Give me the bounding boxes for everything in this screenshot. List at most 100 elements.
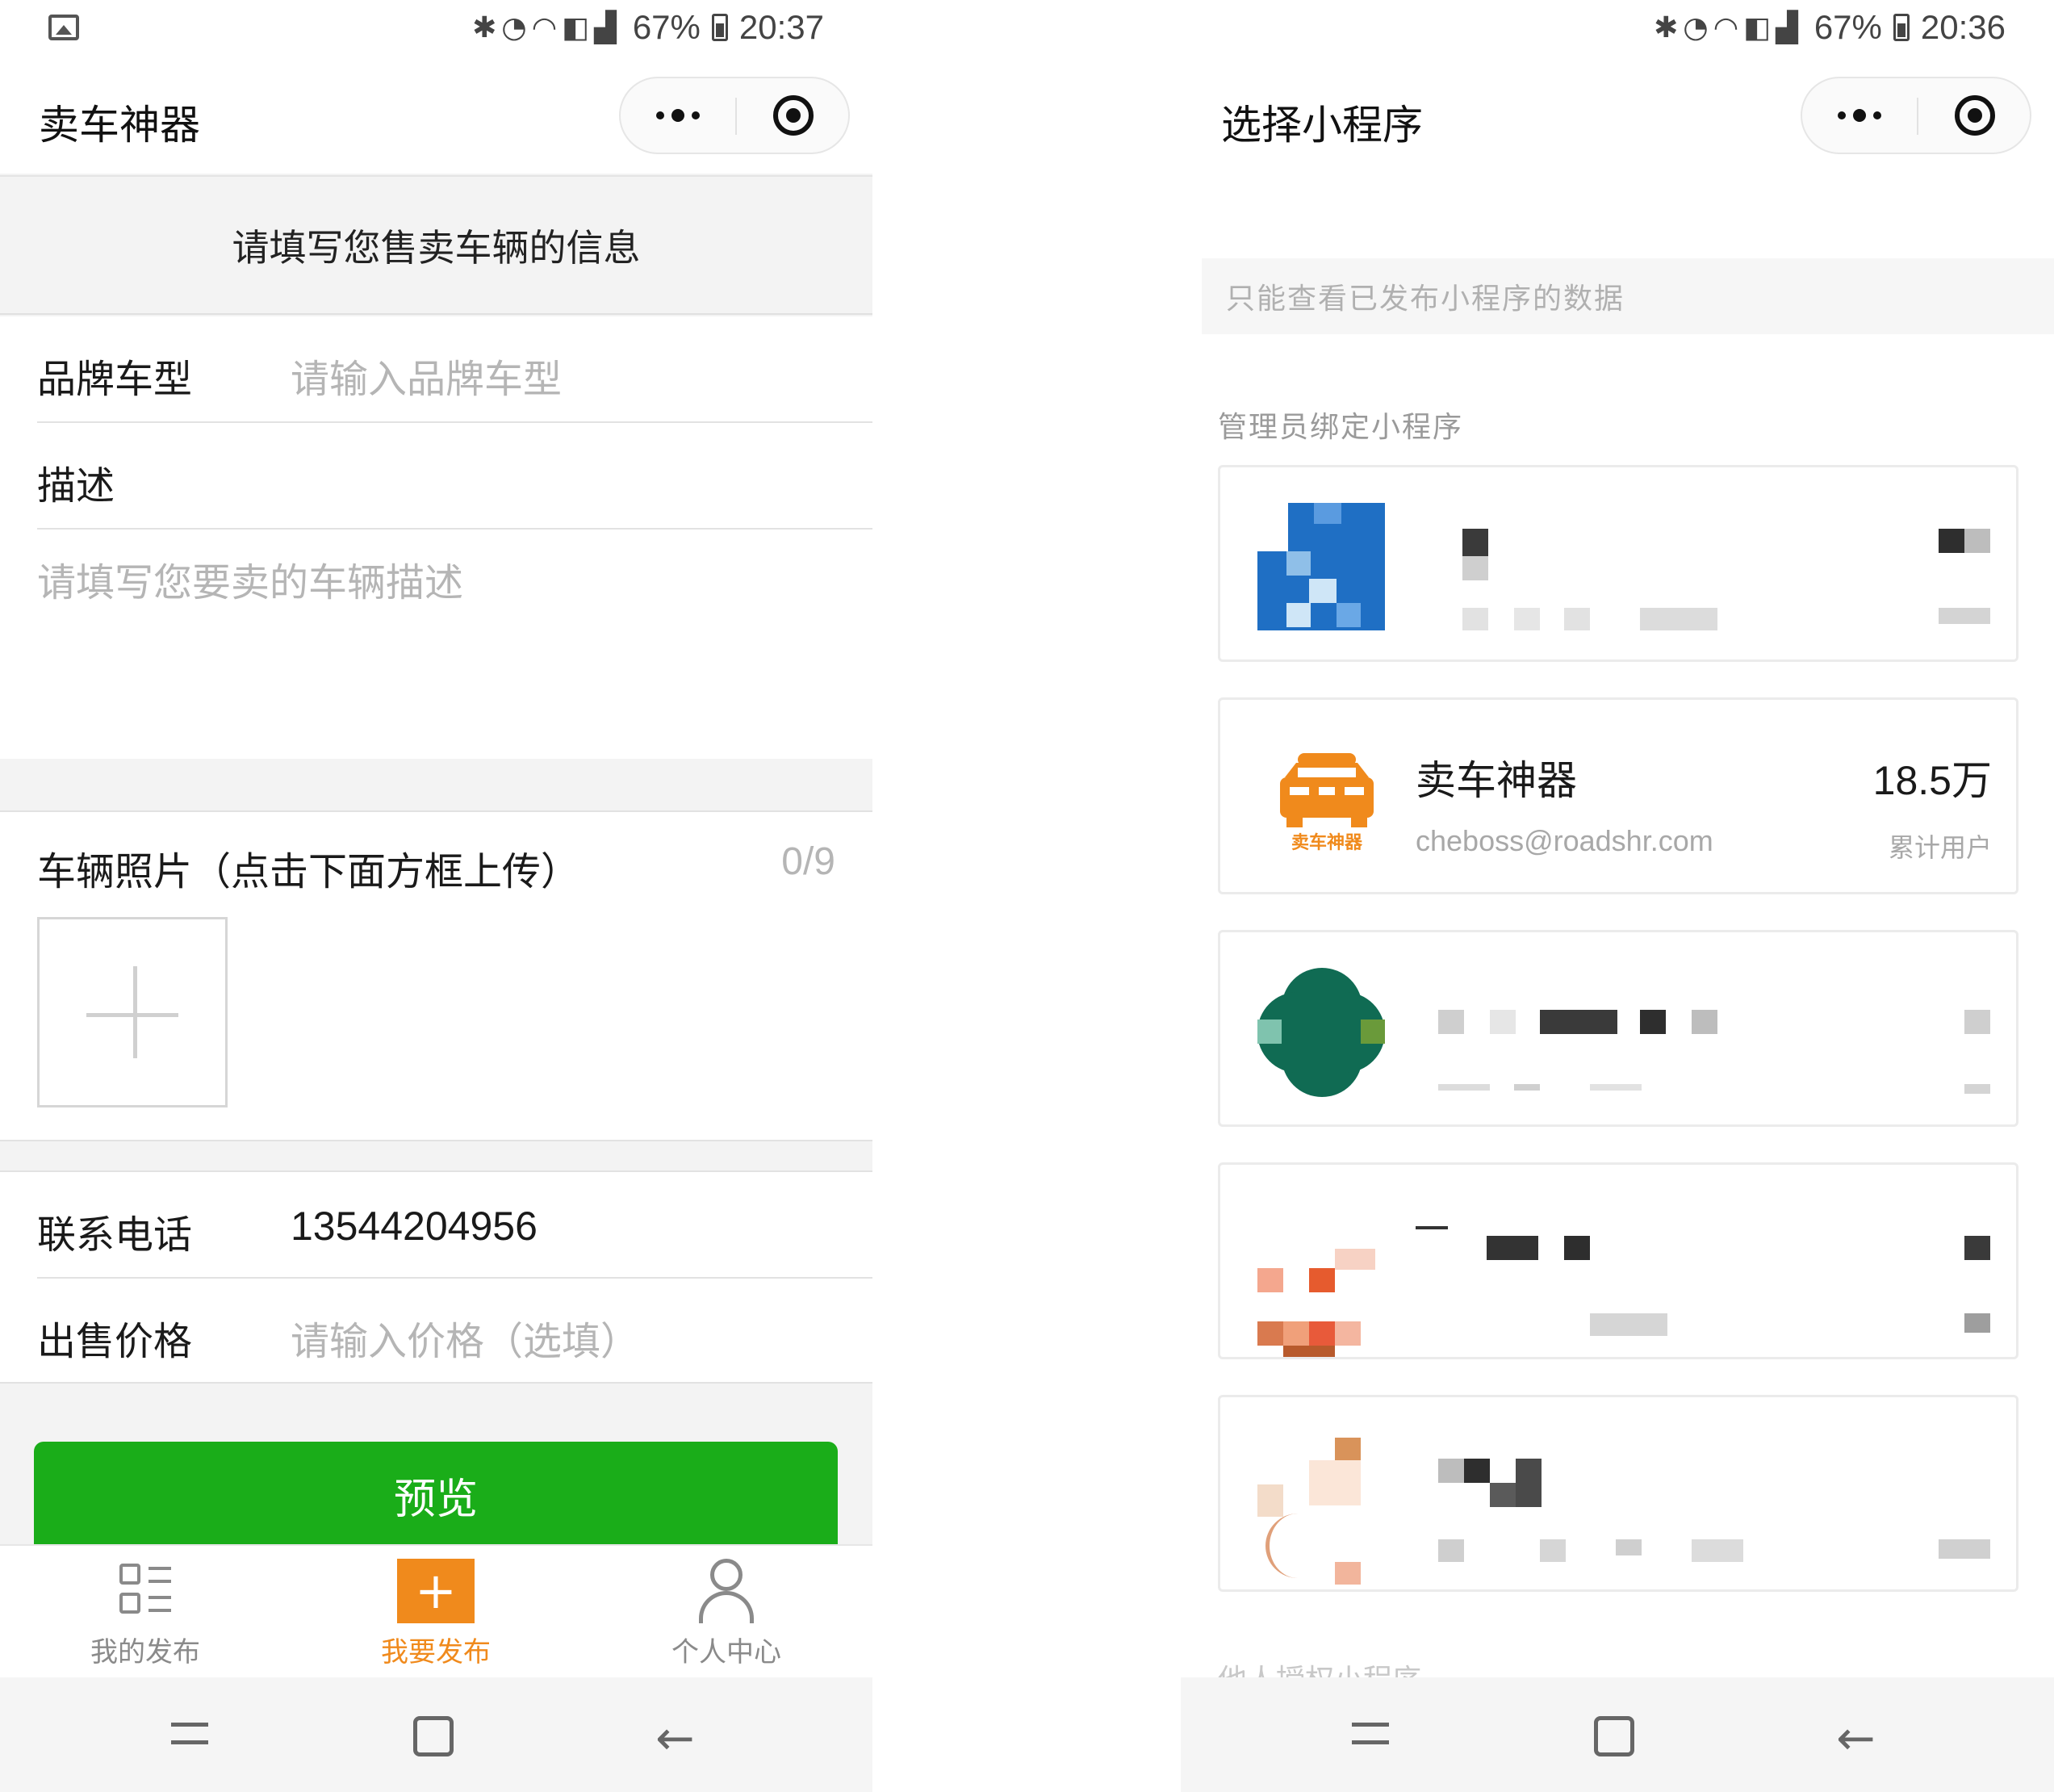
blurred-text xyxy=(1692,1010,1717,1034)
battery-percent: 67% xyxy=(632,8,701,46)
price-row[interactable]: 出售价格 请输入价格（选填） xyxy=(0,1279,872,1385)
tab-bar: 我的发布 + 我要发布 个人中心 xyxy=(0,1544,872,1677)
mini-program-card[interactable] xyxy=(1218,930,2018,1127)
price-label: 出售价格 xyxy=(37,1319,193,1364)
blurred-text xyxy=(1692,1539,1743,1562)
blurred-text xyxy=(1640,608,1717,630)
blurred-text xyxy=(1590,1084,1642,1091)
plus-icon: + xyxy=(397,1559,475,1623)
more-button[interactable] xyxy=(621,78,735,153)
page-title: 卖车神器 xyxy=(39,102,200,149)
phone-input[interactable]: 13544204956 xyxy=(291,1203,538,1250)
system-nav-bar: ← xyxy=(0,1677,872,1792)
description-textarea[interactable]: 请填写您要卖的车辆描述 xyxy=(37,551,463,607)
preview-button[interactable]: 预览 xyxy=(34,1442,838,1556)
blurred-text xyxy=(1438,1539,1464,1562)
clock: 20:37 xyxy=(738,8,824,46)
total-users-label: 累计用户 xyxy=(1888,832,1992,863)
blurred-text xyxy=(1438,1010,1464,1034)
blurred-text xyxy=(1939,529,1964,553)
price-input[interactable]: 请输入价格（选填） xyxy=(291,1309,639,1366)
page-title: 选择小程序 xyxy=(1221,102,1423,149)
back-button[interactable]: ← xyxy=(649,1710,705,1766)
app-name: 卖车神器 xyxy=(1416,757,1577,804)
brand-input[interactable]: 请输入品牌车型 xyxy=(291,347,562,404)
blurred-text xyxy=(1939,1539,1990,1559)
battery-icon xyxy=(1893,14,1910,41)
status-icons: ✱◔◠◧▟ xyxy=(472,10,621,44)
blurred-text xyxy=(1540,1539,1566,1562)
blurred-text xyxy=(1514,1084,1540,1091)
photo-upload-button[interactable] xyxy=(37,917,228,1107)
tab-label: 我的发布 xyxy=(90,1636,200,1668)
app-email: cheboss@roadshr.com xyxy=(1416,824,1713,857)
notice-text: 只能查看已发布小程序的数据 xyxy=(1226,283,1625,316)
recent-apps-button[interactable] xyxy=(161,1710,218,1766)
blurred-text xyxy=(1640,1010,1666,1034)
tab-my-posts[interactable]: 我的发布 xyxy=(0,1546,291,1679)
right-phone-screen: ✱◔◠◧▟ 67% 20:36 选择小程序 只能查看已发布小程序的数据 管理员绑… xyxy=(1181,0,2054,1792)
user-icon xyxy=(697,1559,755,1623)
blurred-text xyxy=(1464,1459,1490,1483)
notice-bar: 只能查看已发布小程序的数据 xyxy=(1202,258,2054,334)
tab-label: 个人中心 xyxy=(671,1636,781,1668)
total-users-value: 18.5万 xyxy=(1872,758,1992,803)
blurred-text xyxy=(1438,1084,1490,1091)
blurred-text xyxy=(1564,1236,1590,1260)
mini-program-card[interactable] xyxy=(1218,1162,2018,1359)
photos-section: 车辆照片（点击下面方框上传） 0/9 xyxy=(0,810,872,1141)
status-bar: ✱◔◠◧▟ 67% 20:37 xyxy=(0,0,872,61)
form-header: 请填写您售卖车辆的信息 xyxy=(0,175,872,315)
tab-profile[interactable]: 个人中心 xyxy=(581,1546,872,1679)
blurred-text xyxy=(1939,608,1990,624)
blurred-text xyxy=(1490,1483,1516,1507)
recent-apps-button[interactable] xyxy=(1342,1710,1399,1766)
desc-row: 描述 xyxy=(0,423,872,530)
blurred-text xyxy=(1438,1459,1464,1483)
more-dots-icon xyxy=(656,111,664,119)
back-button[interactable]: ← xyxy=(1830,1710,1886,1766)
more-button[interactable] xyxy=(1802,78,1917,153)
mini-program-card-featured[interactable]: 卖车神器 卖车神器 cheboss@roadshr.com 18.5万 累计用户 xyxy=(1218,697,2018,894)
home-button[interactable] xyxy=(413,1716,454,1756)
contact-section: 联系电话 13544204956 出售价格 请输入价格（选填） xyxy=(0,1170,872,1384)
clock: 20:36 xyxy=(1920,8,2006,46)
status-bar: ✱◔◠◧▟ 67% 20:36 xyxy=(1181,0,2054,61)
brand-label: 品牌车型 xyxy=(37,357,193,402)
tab-publish[interactable]: + 我要发布 xyxy=(291,1546,581,1679)
list-icon xyxy=(119,1564,173,1617)
blurred-text xyxy=(1564,608,1590,630)
blurred-text xyxy=(1590,1313,1667,1336)
photos-title: 车辆照片（点击下面方框上传） xyxy=(37,849,580,894)
blurred-text xyxy=(1616,1539,1642,1555)
blurred-text xyxy=(1540,1010,1617,1034)
plus-icon xyxy=(86,1013,178,1017)
image-notification-icon xyxy=(48,15,79,40)
mini-program-card[interactable] xyxy=(1218,1395,2018,1592)
divider xyxy=(37,528,872,530)
target-close-icon xyxy=(773,95,814,136)
blurred-text xyxy=(1462,529,1488,556)
target-close-icon xyxy=(1955,95,1995,136)
preview-button-label: 预览 xyxy=(393,1475,478,1524)
car-logo-icon: 卖车神器 xyxy=(1257,735,1385,863)
blurred-text xyxy=(1490,1010,1516,1034)
battery-percent: 67% xyxy=(1813,8,1882,46)
vehicle-info-section: 品牌车型 请输入品牌车型 描述 请填写您要卖的车辆描述 xyxy=(0,316,872,759)
blurred-text xyxy=(1516,1459,1542,1507)
brand-row[interactable]: 品牌车型 请输入品牌车型 xyxy=(0,316,872,423)
mini-program-card[interactable] xyxy=(1218,465,2018,662)
blurred-text xyxy=(1964,1313,1990,1333)
desc-label: 描述 xyxy=(37,463,115,509)
blurred-text xyxy=(1514,608,1540,630)
close-mini-program-button[interactable] xyxy=(1918,78,2031,153)
close-mini-program-button[interactable] xyxy=(737,78,850,153)
app-avatar-pixelated xyxy=(1257,968,1385,1097)
home-button[interactable] xyxy=(1594,1716,1634,1756)
blurred-text xyxy=(1416,1226,1448,1229)
blurred-text xyxy=(1964,1084,1990,1094)
phone-row[interactable]: 联系电话 13544204956 xyxy=(0,1172,872,1279)
section-title: 管理员绑定小程序 xyxy=(1218,411,1464,444)
nav-bar: 选择小程序 xyxy=(1181,61,2054,174)
app-avatar-pixelated xyxy=(1257,1433,1385,1585)
